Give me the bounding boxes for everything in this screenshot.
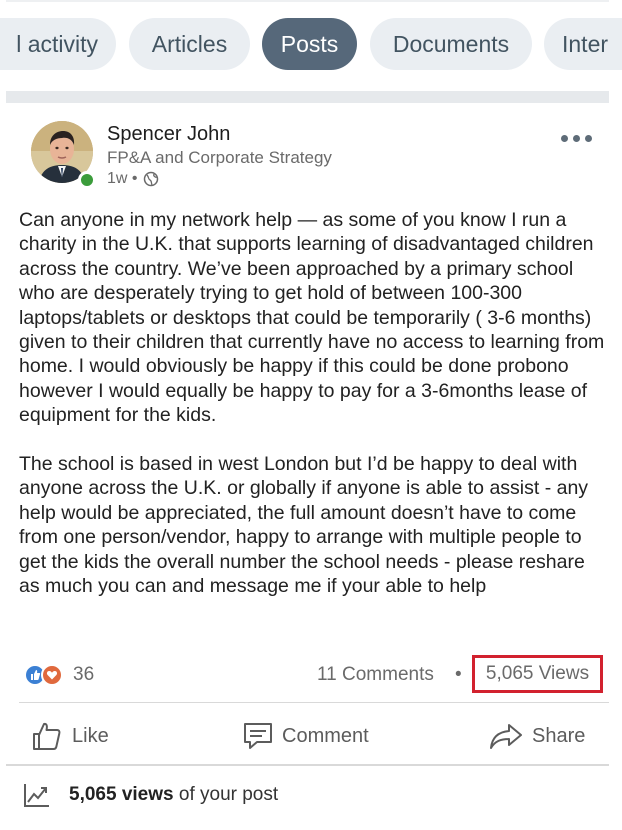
love-reaction-icon: [41, 664, 63, 686]
views-count[interactable]: 5,065 Views: [472, 655, 603, 693]
like-label: Like: [72, 724, 109, 747]
comment-label: Comment: [282, 724, 369, 747]
post-analytics-link[interactable]: 5,065 views of your post: [23, 782, 278, 808]
top-divider: [6, 0, 609, 2]
reactions-count: 36: [73, 664, 95, 685]
comment-icon: [244, 723, 272, 749]
online-status-indicator: [78, 171, 96, 189]
tab-documents[interactable]: Documents: [370, 18, 532, 70]
footer-divider: [6, 764, 609, 766]
more-dot: [573, 134, 580, 142]
tab-interests[interactable]: Inter: [544, 18, 622, 70]
activity-tabs: l activity Articles Posts Documents Inte…: [0, 18, 622, 70]
section-divider: [6, 91, 609, 103]
post-paragraph: Can anyone in my network help — as some …: [19, 209, 605, 427]
comments-count[interactable]: 11 Comments: [317, 664, 434, 686]
globe-icon: [143, 171, 158, 187]
trending-chart-icon: [24, 784, 49, 807]
author-name[interactable]: Spencer John: [107, 123, 230, 146]
post-text: Can anyone in my network help — as some …: [19, 208, 609, 598]
tab-articles[interactable]: Articles: [129, 18, 250, 70]
thumbs-up-icon: [33, 722, 61, 750]
comment-button[interactable]: Comment: [243, 716, 369, 756]
like-button[interactable]: Like: [31, 716, 109, 756]
tab-all-activity[interactable]: l activity: [0, 18, 116, 70]
tab-posts[interactable]: Posts: [262, 18, 357, 70]
share-arrow-icon: [490, 724, 522, 749]
action-divider: [19, 702, 609, 703]
views-summary-suffix: of your post: [173, 784, 279, 805]
share-label: Share: [532, 724, 586, 747]
post-timestamp: 1w •: [107, 170, 159, 188]
post-paragraph: The school is based in west London but I…: [19, 453, 589, 598]
author-headline: FP&A and Corporate Strategy: [107, 148, 332, 167]
more-dot: [585, 134, 592, 142]
reactions-summary[interactable]: 36: [24, 664, 94, 686]
more-dot: [561, 134, 568, 142]
post-time-text: 1w •: [107, 170, 138, 187]
share-button[interactable]: Share: [489, 716, 585, 756]
separator-dot: •: [455, 664, 462, 685]
more-options-icon[interactable]: [561, 130, 595, 146]
views-summary-count: 5,065 views: [69, 784, 174, 805]
views-summary-text: 5,065 views of your post: [69, 784, 278, 806]
